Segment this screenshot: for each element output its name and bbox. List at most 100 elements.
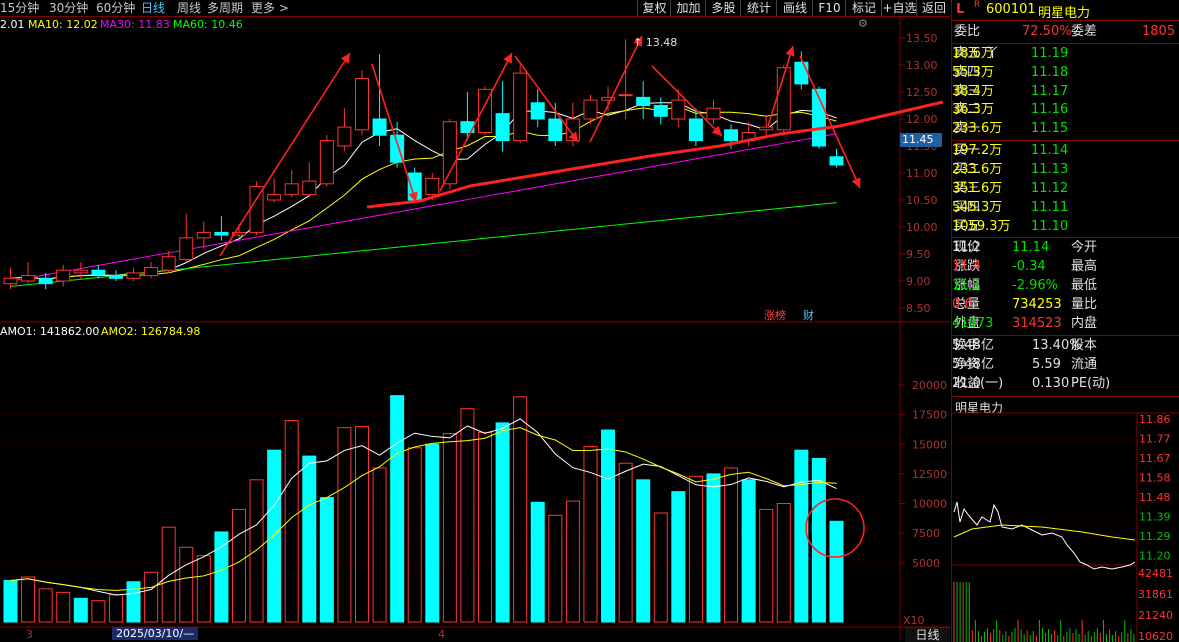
toolbar-button-2[interactable]: 多股	[705, 0, 741, 16]
mini-price-tick-5: 11.39	[1139, 511, 1171, 524]
stat2-value-2: 5.48亿	[952, 357, 994, 372]
quote-separator	[952, 335, 1179, 336]
candle	[319, 135, 334, 187]
price-tick-3: 12.00	[906, 113, 938, 126]
toolbar-button-5[interactable]: F10	[812, 0, 846, 16]
stat-label-2: 今开	[1071, 240, 1098, 255]
volume-bar	[530, 501, 545, 623]
ask-row-4: 卖一 11.15 233.6万	[952, 120, 1179, 138]
volume-bar	[3, 580, 18, 623]
volume-bar	[267, 449, 282, 623]
weicha-label: 委差	[1071, 24, 1098, 39]
mini-price-tick-0: 11.86	[1139, 413, 1171, 426]
toolbar-button-6[interactable]: 标记	[845, 0, 882, 16]
stat-label-2: 最低	[1071, 278, 1098, 293]
bid-row-1: 买二 11.13 233.6万	[952, 161, 1179, 179]
candle	[354, 70, 369, 136]
ask-price: 11.17	[1031, 83, 1069, 99]
date-mark-left: 3	[26, 628, 33, 641]
ask-price: 11.19	[1031, 46, 1069, 61]
volume-bar	[653, 512, 668, 623]
ask-volume: 233.6万	[952, 121, 1003, 137]
candle	[267, 178, 282, 203]
volume-unit: X10	[903, 614, 925, 627]
bid-price: 11.13	[1031, 162, 1069, 177]
candle	[196, 221, 211, 249]
stat-value: 734253	[1012, 297, 1062, 312]
stat2-label-2: 流通	[1071, 357, 1098, 372]
candle	[671, 89, 686, 128]
price-tick-8: 9.50	[906, 248, 931, 261]
cai-badge[interactable]: 财	[803, 307, 814, 323]
candle	[565, 102, 580, 146]
toolbar-button-4[interactable]: 画线	[776, 0, 813, 16]
candle	[91, 264, 106, 279]
period-tab-2[interactable]: 60分钟	[96, 0, 135, 16]
toolbar-button-3[interactable]: 统计	[740, 0, 777, 16]
period-tab-1[interactable]: 30分钟	[49, 0, 88, 16]
bid-volume: 1059.3万	[952, 219, 1011, 234]
candle	[249, 181, 264, 236]
bid-volume: 197.2万	[952, 143, 1003, 158]
weibi-row: 委比 72.50% 委差 1805	[952, 23, 1179, 41]
stat2-value-2: 21.0	[952, 376, 981, 391]
volume-bar	[284, 420, 299, 623]
stat2-row-0: 换手 13.40% 股本 5.48亿	[952, 337, 1179, 355]
price-tick-10: 8.50	[906, 302, 931, 315]
candle	[21, 262, 36, 284]
stat-value-2: 41973	[952, 316, 994, 331]
stat-label-2: 最高	[1071, 259, 1098, 274]
amo2-value: AMO2: 126784.98	[101, 325, 201, 338]
weicha-value: 1805	[1142, 24, 1176, 39]
ask-price: 11.18	[1031, 64, 1069, 80]
price-tick-2: 12.50	[906, 86, 938, 99]
volume-bar	[601, 429, 616, 623]
ma30-line	[10, 133, 837, 282]
intraday-mini-chart[interactable]: 明星电力 11.86 11.77 11.67 11.58 11.48 11.39 11.29…	[951, 396, 1179, 642]
volume-bar	[794, 449, 809, 623]
stat-label-2: 量比	[1071, 297, 1098, 312]
bottom-period-tab[interactable]: 日线	[905, 627, 950, 642]
stock-code: 600101	[986, 2, 1036, 17]
candle	[513, 65, 528, 144]
candle	[478, 86, 493, 136]
stat-value-2: 11.1	[952, 278, 981, 293]
ma10-line	[10, 106, 837, 280]
candle	[829, 148, 844, 168]
stat2-label-2: 股本	[1071, 338, 1098, 353]
volume-bar	[249, 479, 264, 623]
stat-value-2: 0.6	[952, 297, 973, 312]
volume-bar	[425, 443, 440, 623]
mini-price-tick-4: 11.48	[1139, 491, 1171, 504]
ask-volume: 18.6万	[952, 46, 994, 61]
mini-price-tick-3: 11.58	[1139, 472, 1171, 485]
volume-bar	[688, 475, 703, 623]
toolbar-button-7[interactable]: +自选	[881, 0, 917, 16]
mini-vol-tick-2: 21240	[1138, 609, 1173, 622]
ask-row-0: 卖五丫 11.19 18.6万	[952, 45, 1179, 63]
volume-bar	[618, 462, 633, 623]
toolbar-button-1[interactable]: 加加	[670, 0, 706, 16]
period-tab-5[interactable]: 多周期	[207, 0, 243, 16]
bid-price: 11.12	[1031, 181, 1069, 196]
bid-volume: 233.6万	[952, 162, 1003, 177]
stat2-value: 0.130	[1032, 376, 1070, 391]
toolbar-button-0[interactable]: 复权	[637, 0, 671, 16]
vol-tick-2: 15000	[912, 438, 947, 451]
period-tab-6[interactable]: 更多 >	[251, 0, 289, 16]
zhangbang-badge[interactable]: 涨榜	[764, 307, 786, 323]
stat2-row-2: 收益(一) 0.130 PE(动) 21.0	[952, 375, 1179, 393]
period-tab-4[interactable]: 周线	[177, 0, 201, 16]
price-tick-1: 13.00	[906, 59, 938, 72]
toolbar-button-8[interactable]: 返回	[916, 0, 951, 16]
bid-volume: 545.3万	[952, 200, 1003, 215]
candle	[144, 262, 159, 279]
period-tab-3[interactable]: 日线	[141, 0, 165, 16]
mini-vol-tick-1: 31861	[1138, 588, 1173, 601]
stat-row-1: 涨跌 -0.34 最高 11.4	[952, 258, 1179, 276]
stat-value-2: 11.4	[952, 259, 981, 274]
mini-price-tick-2: 11.67	[1139, 452, 1171, 465]
volume-bar	[231, 508, 246, 623]
period-tab-0[interactable]: 15分钟	[0, 0, 39, 16]
volume-bar	[108, 594, 123, 623]
